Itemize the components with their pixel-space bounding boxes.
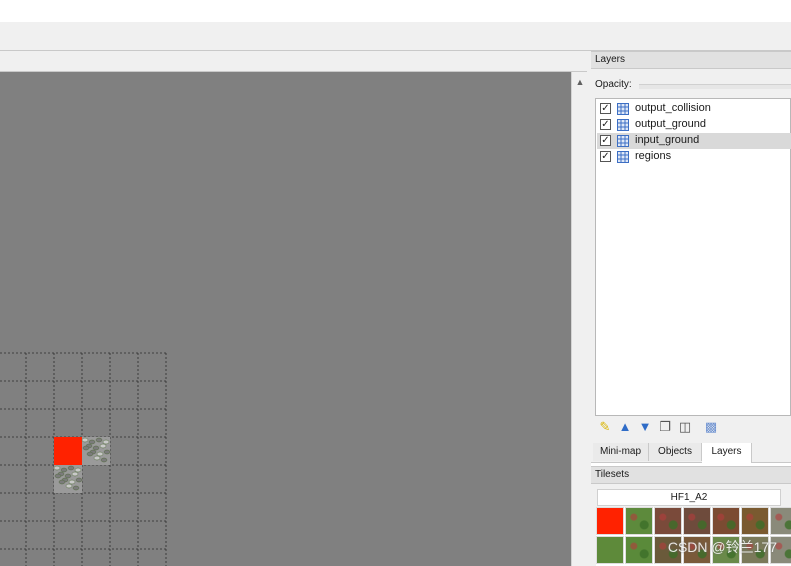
- toolbar: [0, 22, 791, 51]
- layers-panel-title: Layers: [591, 51, 791, 69]
- scroll-up-icon[interactable]: ▲: [574, 76, 586, 88]
- editor-tab-bar: [0, 51, 587, 72]
- tile-layer-icon: [617, 135, 629, 147]
- cobble-stone: [64, 473, 72, 479]
- tileset-tile[interactable]: [625, 536, 653, 564]
- cobble-stone: [53, 465, 61, 471]
- tileset-tile[interactable]: [683, 507, 711, 535]
- tab-mini-map[interactable]: Mini-map: [593, 443, 649, 461]
- layer-name: output_collision: [635, 102, 711, 114]
- cobble-stone: [93, 455, 101, 461]
- tileset-tile[interactable]: [654, 507, 682, 535]
- tileset-tile[interactable]: [625, 507, 653, 535]
- opacity-slider[interactable]: [639, 84, 791, 89]
- tab-layers[interactable]: Layers: [702, 443, 752, 463]
- layers-panel: Layers Opacity: ✓ output_collision ✓ out…: [591, 51, 791, 443]
- cobble-stone: [65, 483, 73, 489]
- vertical-scrollbar[interactable]: ▲: [571, 72, 587, 566]
- tilesets-panel-title: Tilesets: [591, 466, 791, 484]
- cobble-stone: [71, 471, 79, 477]
- tileset-tile[interactable]: [596, 536, 624, 564]
- cobble-stone: [100, 457, 108, 463]
- cobble-stone: [99, 443, 107, 449]
- cobble-stone: [102, 439, 110, 445]
- cobble-stone: [96, 451, 104, 457]
- layer-row[interactable]: ✓ regions: [597, 149, 791, 165]
- layer-toolbar: ✎ ▲ ▼ ❐ ◫ ▩: [595, 419, 791, 437]
- tileset-tile[interactable]: [770, 507, 791, 535]
- lower-layer-icon[interactable]: ▼: [637, 419, 653, 435]
- cobble-stone: [92, 445, 100, 451]
- cobble-stone: [88, 439, 96, 445]
- title-bar: [0, 0, 791, 22]
- dock-tab-bar: Mini-map Objects Layers: [591, 443, 791, 463]
- cobble-stone: [75, 477, 83, 483]
- tab-objects[interactable]: Objects: [649, 443, 702, 461]
- cobble-stone: [58, 479, 66, 485]
- watermark-text: CSDN @铃兰177: [667, 539, 777, 555]
- raise-layer-icon[interactable]: ▲: [617, 419, 633, 435]
- tile-layer-icon: [617, 119, 629, 131]
- toggle-other-layers-icon[interactable]: ▩: [703, 419, 719, 435]
- opacity-label: Opacity:: [595, 79, 632, 90]
- cobble-stone: [72, 485, 80, 491]
- tileset-tile[interactable]: [712, 507, 740, 535]
- new-layer-icon[interactable]: ✎: [597, 419, 613, 435]
- map-canvas[interactable]: [0, 72, 571, 566]
- cobble-stone: [82, 445, 90, 451]
- layer-name: output_ground: [635, 118, 706, 130]
- visibility-checkbox[interactable]: ✓: [600, 135, 611, 146]
- layer-list[interactable]: ✓ output_collision ✓ output_ground ✓ inp…: [595, 98, 791, 416]
- cobble-stone: [60, 467, 68, 473]
- cobble-stone: [103, 449, 111, 455]
- layer-row[interactable]: ✓ output_collision: [597, 101, 791, 117]
- layer-row-selected[interactable]: ✓ input_ground: [597, 133, 791, 149]
- cobble-stone: [81, 437, 89, 443]
- tile-grid: [0, 352, 167, 566]
- visibility-checkbox[interactable]: ✓: [600, 103, 611, 114]
- cobble-stone: [86, 451, 94, 457]
- cobble-stone: [68, 479, 76, 485]
- tileset-tile[interactable]: [741, 507, 769, 535]
- delete-layer-icon[interactable]: ◫: [677, 419, 693, 435]
- opacity-row: Opacity:: [595, 78, 791, 94]
- red-tile[interactable]: [54, 437, 82, 465]
- cobble-stone: [54, 473, 62, 479]
- layer-name: input_ground: [635, 134, 700, 146]
- visibility-checkbox[interactable]: ✓: [600, 151, 611, 162]
- cobble-stone: [95, 437, 103, 443]
- cobble-stone: [67, 465, 75, 471]
- tile-layer-icon: [617, 151, 629, 163]
- layer-name: regions: [635, 150, 672, 162]
- cobble-stone: [74, 467, 82, 473]
- duplicate-layer-icon[interactable]: ❐: [657, 419, 673, 435]
- tileset-tab[interactable]: HF1_A2: [597, 489, 781, 506]
- tileset-tile[interactable]: [596, 507, 624, 535]
- visibility-checkbox[interactable]: ✓: [600, 119, 611, 130]
- layer-row[interactable]: ✓ output_ground: [597, 117, 791, 133]
- tile-layer-icon: [617, 103, 629, 115]
